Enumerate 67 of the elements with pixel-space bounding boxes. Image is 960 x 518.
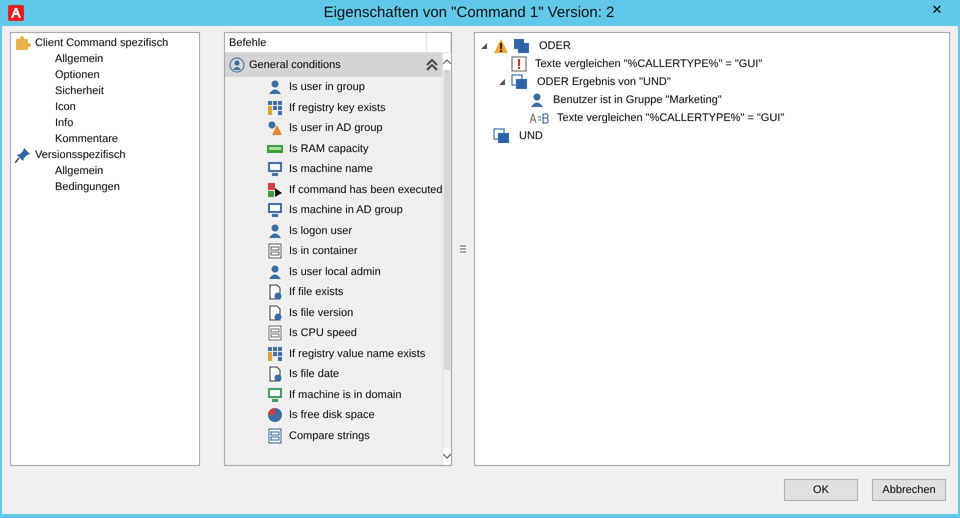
person-icon <box>267 264 283 280</box>
condition-label[interactable]: UND <box>519 128 543 144</box>
command-item[interactable]: If registry key exists <box>225 98 442 118</box>
command-item[interactable]: If file exists <box>225 282 442 302</box>
collapse-icon[interactable] <box>426 59 438 71</box>
command-item[interactable]: Is CPU speed <box>225 323 442 344</box>
blocks-icon <box>511 74 529 90</box>
scrollbar[interactable] <box>442 53 452 465</box>
command-item[interactable]: Is in container <box>225 241 442 262</box>
blocks-icon <box>493 128 511 144</box>
person-triangle-icon <box>267 120 283 136</box>
blocks-icon <box>513 38 531 54</box>
scroll-down-icon[interactable] <box>443 454 452 459</box>
command-item[interactable]: Is user in group <box>225 77 442 98</box>
exclamation-icon <box>511 56 527 72</box>
sidebar-item[interactable]: Kommentare <box>55 131 118 147</box>
command-item[interactable]: Is file date <box>225 364 442 384</box>
sidebar-item[interactable]: Client Command spezifisch <box>35 34 168 52</box>
group-label: General conditions <box>249 58 342 73</box>
pie-chart-icon <box>267 407 283 424</box>
command-item[interactable]: If command has been executed <box>225 180 442 200</box>
condition-label[interactable]: ODER <box>539 38 571 54</box>
sidebar-item[interactable]: Allgemein <box>55 163 104 179</box>
people-circle-icon <box>229 57 245 73</box>
window-title: Eigenschaften von "Command 1" Version: 2 <box>322 2 616 23</box>
command-item[interactable]: If registry value name exists <box>225 344 442 364</box>
sidebar-item[interactable]: Icon <box>55 99 76 115</box>
command-item[interactable]: Is user in AD group <box>225 118 442 138</box>
command-item[interactable]: If machine is in domain <box>225 384 442 405</box>
dialog-button[interactable]: Abbrechen <box>872 479 946 501</box>
puzzle-arrow-icon <box>267 182 283 198</box>
column-header: Befehle <box>225 33 427 52</box>
sidebar-item[interactable]: Versionsspezifisch <box>35 146 126 164</box>
command-item[interactable]: Compare strings <box>225 426 442 446</box>
command-item[interactable]: Is RAM capacity <box>225 138 442 159</box>
scroll-up-icon[interactable] <box>443 59 452 64</box>
monitor-icon <box>267 161 283 178</box>
monitor-icon <box>267 202 283 218</box>
sidebar-item[interactable]: Allgemein <box>55 51 104 67</box>
tree-expander-icon[interactable] <box>498 78 506 86</box>
tree-expander-icon[interactable] <box>480 42 488 50</box>
command-item[interactable]: Is file version <box>225 302 442 323</box>
condition-label[interactable]: Benutzer ist in Gruppe "Marketing" <box>553 92 722 108</box>
sidebar-item[interactable]: Bedingungen <box>55 179 120 195</box>
puzzle-icon <box>15 35 31 51</box>
command-item[interactable]: Is machine in AD group <box>225 200 442 220</box>
command-item[interactable]: Is logon user <box>225 220 442 241</box>
command-item[interactable]: Is machine name <box>225 159 442 180</box>
sidebar-item[interactable]: Sicherheit <box>55 83 104 99</box>
sidebar-item[interactable]: Info <box>55 115 74 131</box>
grid-key-icon <box>267 100 283 116</box>
condition-label[interactable]: Texte vergleichen "%CALLERTYPE%" = "GUI" <box>557 110 784 126</box>
splitter-grip-icon[interactable] <box>460 244 466 254</box>
command-item[interactable]: Is free disk space <box>225 405 442 426</box>
pin-icon <box>15 147 31 163</box>
condition-label[interactable]: ODER Ergebnis von "UND" <box>537 74 671 90</box>
group-header[interactable]: General conditions <box>225 53 442 77</box>
person-icon <box>267 222 283 239</box>
grid-check-icon <box>267 346 283 362</box>
app-logo-icon <box>8 5 24 21</box>
condition-label[interactable]: Texte vergleichen "%CALLERTYPE%" = "GUI" <box>535 56 762 72</box>
dialog-button[interactable]: OK <box>784 479 858 501</box>
close-button[interactable]: ✕ <box>914 0 960 20</box>
sidebar-item[interactable]: Optionen <box>55 67 100 83</box>
monitor-check-icon <box>267 386 283 403</box>
container-icon <box>267 243 283 260</box>
command-item[interactable]: Is user local admin <box>225 262 442 282</box>
